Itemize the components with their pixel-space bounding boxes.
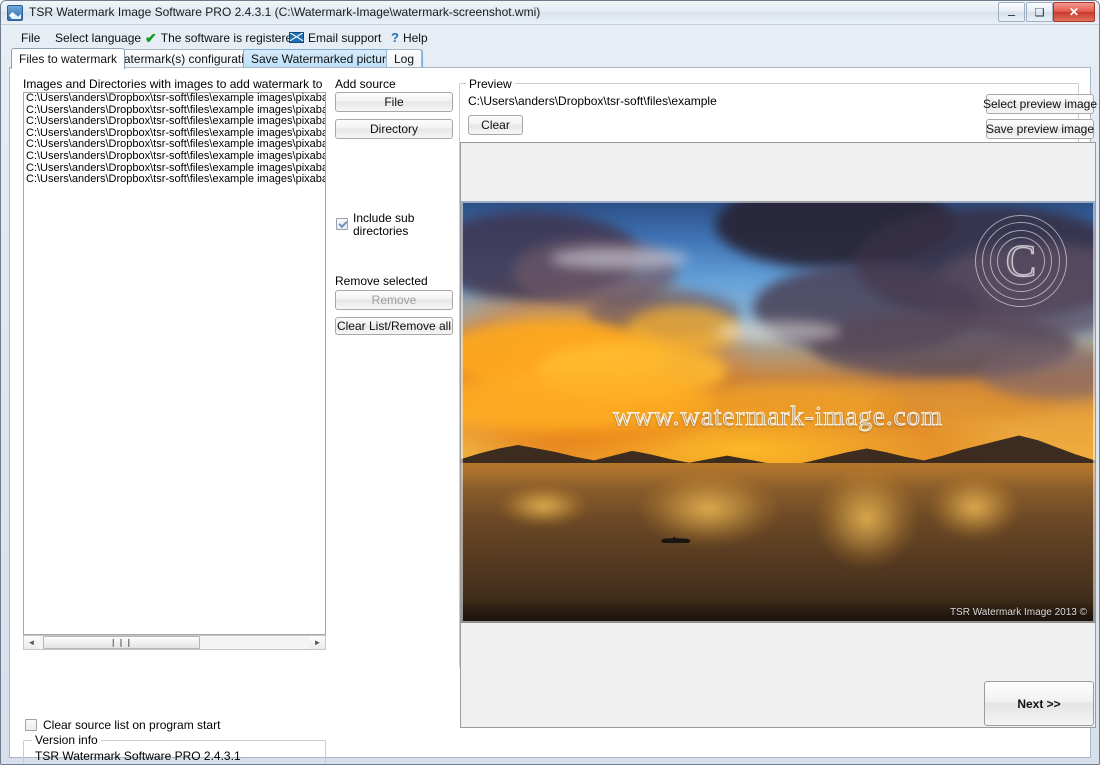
menu-item-email-support[interactable]: Email support [285,29,385,46]
menu-registered-label: The software is registered [160,30,299,45]
add-directory-button[interactable]: Directory [335,119,453,139]
menu-item-file[interactable]: File [17,29,44,46]
menu-item-select-language[interactable]: Select language [51,29,145,46]
preview-caption: Preview [466,77,515,91]
copyright-circle-icon: C [975,215,1067,307]
tab-label: Files to watermark [19,52,118,66]
minimize-button[interactable]: – [998,2,1025,22]
scroll-left-icon[interactable]: ◄ [24,636,39,649]
list-item[interactable]: C:\Users\anders\Dropbox\tsr-soft\files\e… [24,128,325,140]
copyright-letter: C [1005,235,1037,286]
check-icon: ✔ [145,29,157,46]
close-button[interactable]: ✕ [1053,2,1095,22]
menu-item-registered[interactable]: ✔ The software is registered [141,29,303,46]
version-info-caption: Version info [32,733,101,747]
scrollbar-thumb[interactable]: ❙❙❙ [43,636,200,649]
picture-icon [7,5,23,21]
menu-email-label: Email support [308,30,382,45]
tab-label: Log [394,52,415,66]
maximize-icon: ❑ [1034,6,1045,19]
tab-watermarks-configuration[interactable]: Watermark(s) configuration [105,49,266,68]
title-bar: TSR Watermark Image Software PRO 2.4.3.1… [1,1,1099,25]
minimize-icon: – [1007,7,1016,22]
save-preview-image-button[interactable]: Save preview image [986,119,1094,139]
maximize-button[interactable]: ❑ [1026,2,1053,22]
source-file-listbox[interactable]: C:\Users\anders\Dropbox\tsr-soft\files\e… [23,92,326,635]
preview-image[interactable]: C www.watermark-image.com TSR Watermark … [461,201,1095,623]
list-item[interactable]: C:\Users\anders\Dropbox\tsr-soft\files\e… [24,105,325,117]
water-shimmer [638,472,778,546]
preview-path-text: C:\Users\anders\Dropbox\tsr-soft\files\e… [468,94,717,108]
add-file-button[interactable]: File [335,92,453,112]
image-copyright-text: TSR Watermark Image 2013 © [949,607,1087,618]
water-layer [461,462,1095,623]
clear-list-remove-all-button[interactable]: Clear List/Remove all [335,317,453,335]
list-item[interactable]: C:\Users\anders\Dropbox\tsr-soft\files\e… [24,174,325,186]
list-item[interactable]: C:\Users\anders\Dropbox\tsr-soft\files\e… [24,93,325,105]
tab-log[interactable]: Log [386,49,423,68]
next-button[interactable]: Next >> [984,681,1094,726]
application-window: TSR Watermark Image Software PRO 2.4.3.1… [0,0,1100,765]
preview-canvas[interactable]: C www.watermark-image.com TSR Watermark … [460,142,1096,728]
version-product-line: TSR Watermark Software PRO 2.4.3.1 [35,749,241,763]
scroll-right-icon[interactable]: ► [310,636,325,649]
clear-preview-button[interactable]: Clear [468,115,523,135]
menu-file-label: File [21,30,41,45]
clear-source-list-label: Clear source list on program start [43,718,221,732]
water-shimmer [816,469,918,569]
menu-bar: File Select language ✔ The software is r… [1,26,1099,48]
list-item[interactable]: C:\Users\anders\Dropbox\tsr-soft\files\e… [24,163,325,175]
select-preview-image-button[interactable]: Select preview image [983,94,1097,114]
tab-files-to-watermark[interactable]: Files to watermark [11,48,126,69]
scrollbar-track[interactable]: ❙❙❙ [39,636,310,649]
include-subdirectories-label: Include sub directories [353,211,415,238]
envelope-icon [289,32,304,43]
add-source-label: Add source [335,77,396,91]
close-icon: ✕ [1068,5,1080,19]
remove-selected-label: Remove selected [335,274,428,288]
menu-language-label: Select language [55,30,142,45]
list-item[interactable]: C:\Users\anders\Dropbox\tsr-soft\files\e… [24,139,325,151]
menu-help-label: Help [402,30,428,45]
clear-source-list-checkbox[interactable] [25,719,37,731]
file-list-label: Images and Directories with images to ad… [23,77,323,91]
tab-content-panel: Images and Directories with images to ad… [9,68,1097,764]
cloud-wisp [549,248,690,269]
tab-label: Watermark(s) configuration [113,52,258,66]
watermark-text: www.watermark-image.com [612,401,944,432]
question-icon: ? [391,30,399,45]
window-title: TSR Watermark Image Software PRO 2.4.3.1… [29,5,541,19]
tab-strip: Files to watermark Watermark(s) configur… [1,48,1099,69]
water-shimmer [930,475,1019,540]
menu-item-help[interactable]: ? Help [387,29,432,46]
list-item[interactable]: C:\Users\anders\Dropbox\tsr-soft\files\e… [24,151,325,163]
water-shimmer [499,485,588,527]
list-item[interactable]: C:\Users\anders\Dropbox\tsr-soft\files\e… [24,116,325,128]
file-list-horizontal-scrollbar[interactable]: ◄ ❙❙❙ ► [23,635,326,650]
include-subdirectories-checkbox[interactable] [336,218,348,230]
remove-button[interactable]: Remove [335,290,453,310]
